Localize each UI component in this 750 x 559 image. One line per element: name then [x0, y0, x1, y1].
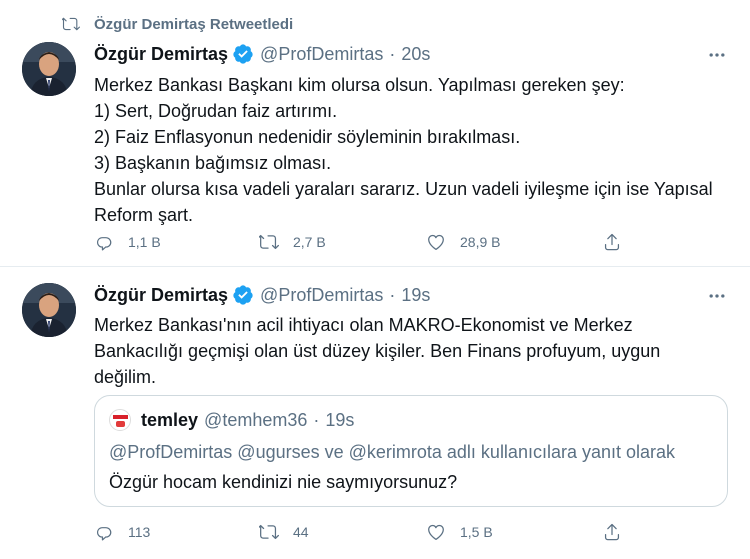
tweet-line: Merkez Bankası Başkanı kim olursa olsun.…: [94, 75, 625, 95]
quote-author-handle: @temhem36: [204, 409, 308, 430]
reply-count: 113: [128, 524, 151, 540]
quote-text: Özgür hocam kendinizi nie saymıyorsunuz?: [109, 472, 458, 492]
share-icon: [604, 523, 620, 541]
separator-dot: ·: [389, 284, 396, 305]
verified-icon: [233, 44, 253, 64]
retweet-banner-text[interactable]: Özgür Demirtaş Retweetledi: [94, 16, 293, 33]
tweet-line: değilim.: [94, 367, 157, 387]
retweet-icon: [259, 524, 279, 540]
tweet-actions: 113 44 1,5 B: [94, 520, 634, 544]
timestamp[interactable]: 20s: [401, 44, 430, 65]
share-button[interactable]: [602, 230, 636, 254]
author-name[interactable]: Özgür Demirtaş: [94, 44, 228, 65]
tweet-line: 2) Faiz Enflasyonun nedenidir söyleminin…: [94, 127, 521, 147]
tweet-header: Özgür Demirtaş @ProfDemirtas · 20s: [94, 42, 430, 66]
reply-button[interactable]: 113: [94, 520, 150, 544]
like-count: 1,5 B: [460, 524, 493, 540]
quote-avatar: [109, 409, 131, 431]
retweet-count: 2,7 B: [293, 234, 326, 250]
like-icon: [428, 524, 444, 541]
reply-button[interactable]: 1,1 B: [94, 230, 161, 254]
author-handle[interactable]: @ProfDemirtas: [260, 44, 383, 65]
reply-icon: [97, 527, 112, 541]
tweet-line: Reform şart.: [94, 205, 194, 225]
timestamp[interactable]: 19s: [401, 285, 430, 306]
retweet-button[interactable]: 44: [259, 520, 309, 544]
tweet-text: Merkez Bankası'nın acil ihtiyacı olan MA…: [94, 312, 714, 390]
tweet-header: Özgür Demirtaş @ProfDemirtas · 19s: [94, 283, 430, 307]
separator-dot: ·: [313, 409, 320, 430]
tweet-line: Merkez Bankası'nın acil ihtiyacı olan MA…: [94, 315, 633, 335]
avatar[interactable]: [22, 283, 76, 337]
tweet-line: Bunlar olursa kısa vadeli yaraları sarar…: [94, 179, 713, 199]
author-handle[interactable]: @ProfDemirtas: [260, 285, 383, 306]
reply-icon: [97, 237, 112, 251]
reply-count: 1,1 B: [128, 234, 161, 250]
tweet-line: Bankacılığı geçmişi olan üst düzey kişil…: [94, 341, 661, 361]
quoted-tweet[interactable]: temley @temhem36 · 19s @ProfDemirtas @ug…: [94, 395, 728, 507]
quote-timestamp: 19s: [325, 409, 355, 430]
tweet-1[interactable]: Özgür Demirtaş Retweetledi Özgür Demirta…: [0, 0, 750, 267]
quote-author-name: temley: [141, 409, 199, 430]
retweet-icon: [259, 234, 279, 250]
more-icon[interactable]: [706, 44, 728, 66]
share-button[interactable]: [602, 520, 636, 544]
share-icon: [604, 233, 620, 251]
quote-header: temley @temhem36 · 19s: [109, 408, 354, 432]
avatar[interactable]: [22, 42, 76, 96]
retweet-icon: [62, 17, 80, 31]
more-icon[interactable]: [706, 285, 728, 307]
like-button[interactable]: 28,9 B: [426, 230, 500, 254]
retweet-banner: Özgür Demirtaş Retweetledi: [62, 12, 293, 36]
like-button[interactable]: 1,5 B: [426, 520, 493, 544]
author-name[interactable]: Özgür Demirtaş: [94, 285, 228, 306]
like-count: 28,9 B: [460, 234, 501, 250]
like-icon: [428, 234, 444, 251]
tweet-text: Merkez Bankası Başkanı kim olursa olsun.…: [94, 72, 714, 228]
tweet-2[interactable]: Özgür Demirtaş @ProfDemirtas · 19s Merke…: [0, 267, 750, 559]
retweet-count: 44: [293, 524, 309, 540]
quote-reply-context: @ProfDemirtas @ugurses ve @kerimrota adl…: [109, 442, 676, 462]
verified-icon: [233, 285, 253, 305]
separator-dot: ·: [389, 43, 396, 64]
tweet-line: 1) Sert, Doğrudan faiz artırımı.: [94, 101, 338, 121]
retweet-button[interactable]: 2,7 B: [259, 230, 326, 254]
tweet-actions: 1,1 B 2,7 B 28,9 B: [94, 230, 634, 254]
tweet-line: 3) Başkanın bağımsız olması.: [94, 153, 332, 173]
